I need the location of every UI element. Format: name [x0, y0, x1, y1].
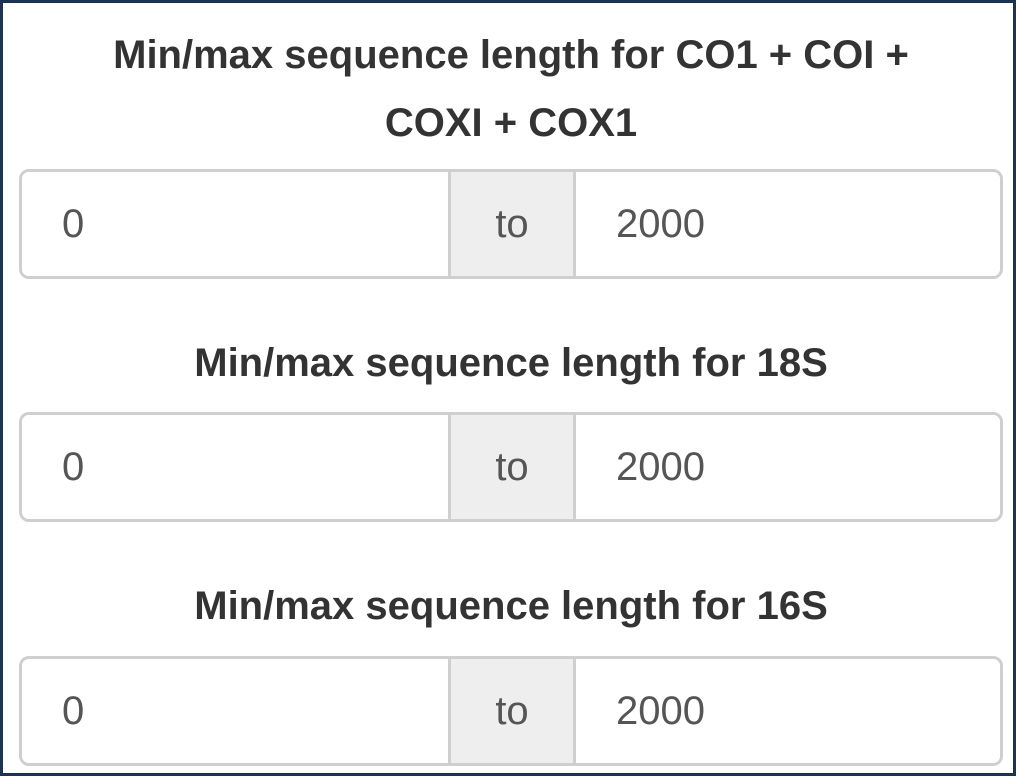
co1-min-length-input[interactable]	[22, 172, 448, 276]
co1-range-separator: to	[448, 172, 576, 276]
co1-length-label-line1: Min/max sequence length for CO1 + COI +	[113, 33, 909, 77]
co1-max-length-input[interactable]	[576, 172, 1000, 276]
18s-length-label: Min/max sequence length for 18S	[194, 341, 828, 385]
16s-length-range: to	[19, 656, 1003, 766]
co1-length-range: to	[19, 169, 1003, 279]
18s-range-separator: to	[448, 415, 576, 519]
16s-min-length-input[interactable]	[22, 659, 448, 763]
co1-length-label-line2: COXI + COX1	[384, 101, 638, 145]
16s-length-label: Min/max sequence length for 16S	[194, 584, 828, 628]
sequence-length-filter-panel: Min/max sequence length for CO1 + COI + …	[0, 0, 1016, 776]
18s-max-length-input[interactable]	[576, 415, 1000, 519]
18s-min-length-input[interactable]	[22, 415, 448, 519]
18s-length-range: to	[19, 412, 1003, 522]
16s-max-length-input[interactable]	[576, 659, 1000, 763]
co1-length-label: Min/max sequence length for CO1 + COI + …	[6, 21, 1016, 157]
16s-range-separator: to	[448, 659, 576, 763]
